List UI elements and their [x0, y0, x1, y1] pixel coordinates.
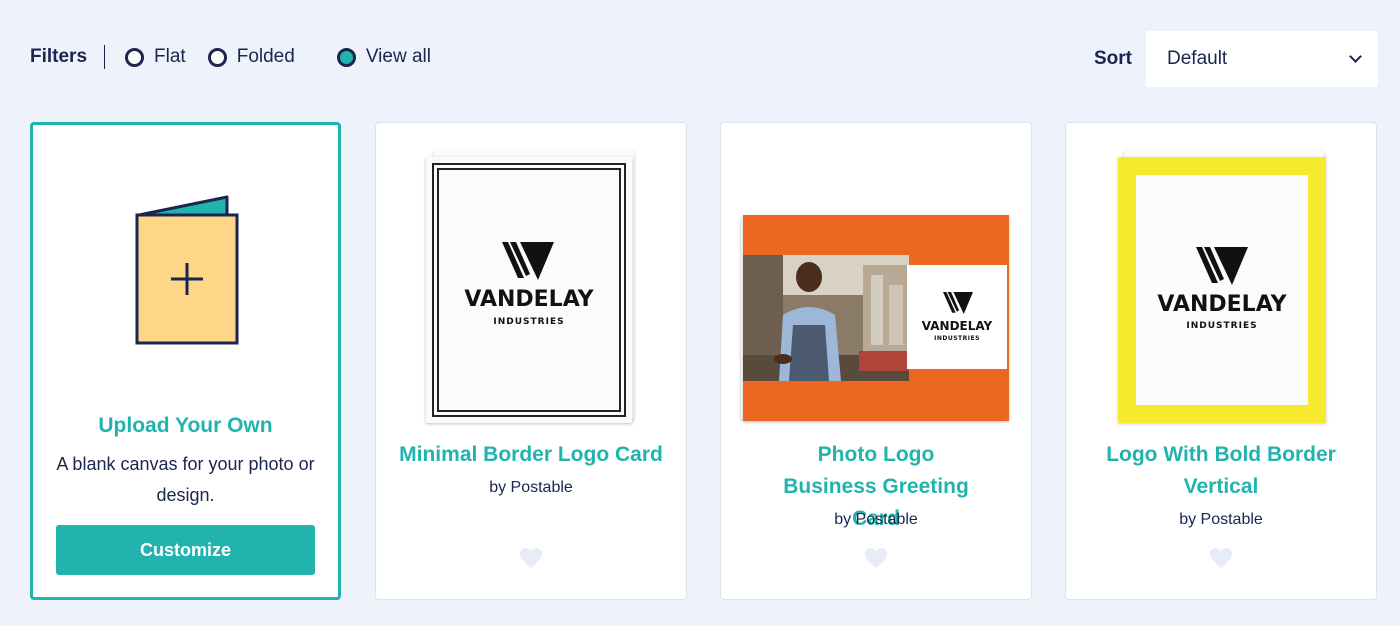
filter-bar: Filters Flat Folded View all: [30, 42, 453, 72]
card-title[interactable]: Logo With Bold Border Vertical: [1066, 439, 1376, 503]
card-byline: by Postable: [834, 511, 918, 528]
vandelay-logo-icon: [943, 292, 973, 314]
favorite-heart-icon[interactable]: [1209, 547, 1233, 569]
card-preview-image[interactable]: VANDELAY INDUSTRIES: [1116, 151, 1328, 423]
favorite-heart-icon[interactable]: [519, 547, 543, 569]
favorite-heart-icon[interactable]: [864, 547, 888, 569]
radio-dot[interactable]: [207, 47, 227, 67]
upload-description: A blank canvas for your photo or design.: [56, 454, 315, 505]
card-title[interactable]: Minimal Border Logo Card: [376, 439, 686, 471]
folded-card-plus-icon: [135, 195, 239, 345]
filter-folded-radio[interactable]: Folded: [207, 46, 295, 68]
filter-view-all-label: View all: [365, 46, 431, 67]
filters-divider: [104, 45, 106, 69]
logo-name: VANDELAY: [1157, 292, 1287, 317]
vandelay-logo-icon: [502, 242, 554, 280]
card-byline: by Postable: [1179, 511, 1263, 528]
filters-label: Filters: [30, 46, 88, 67]
customize-button[interactable]: Customize: [56, 525, 315, 575]
sort-control: Sort Default: [1094, 31, 1378, 87]
upload-title: Upload Your Own: [98, 414, 273, 437]
filter-folded-label: Folded: [236, 46, 295, 67]
chevron-down-icon: [1349, 50, 1362, 63]
logo-name: VANDELAY: [464, 287, 594, 312]
logo-sub: INDUSTRIES: [493, 317, 565, 327]
filter-flat-radio[interactable]: Flat: [125, 46, 186, 68]
radio-dot[interactable]: [125, 47, 145, 67]
product-card[interactable]: VANDELAY INDUSTRIES Minimal Border Logo …: [375, 122, 687, 600]
card-preview-image[interactable]: VANDELAY INDUSTRIES: [741, 211, 1013, 423]
sort-dropdown[interactable]: Default: [1146, 31, 1378, 87]
card-byline: by Postable: [489, 479, 573, 496]
radio-dot-selected[interactable]: [336, 47, 356, 67]
shop-owner-photo: [743, 255, 909, 381]
product-card[interactable]: VANDELAY INDUSTRIES Photo Logo Business …: [720, 122, 1032, 600]
product-card[interactable]: VANDELAY INDUSTRIES Logo With Bold Borde…: [1065, 122, 1377, 600]
vandelay-logo-icon: [1196, 247, 1248, 285]
logo-name: VANDELAY: [921, 319, 993, 333]
filter-view-all-radio[interactable]: View all: [336, 46, 431, 68]
sort-label: Sort: [1094, 48, 1132, 69]
upload-your-own-card[interactable]: Upload Your Own A blank canvas for your …: [30, 122, 341, 600]
logo-sub: INDUSTRIES: [1186, 321, 1258, 331]
card-preview-image[interactable]: VANDELAY INDUSTRIES: [426, 151, 638, 423]
logo-sub: INDUSTRIES: [934, 335, 980, 342]
filter-flat-label: Flat: [154, 46, 186, 67]
sort-value: Default: [1167, 48, 1228, 69]
